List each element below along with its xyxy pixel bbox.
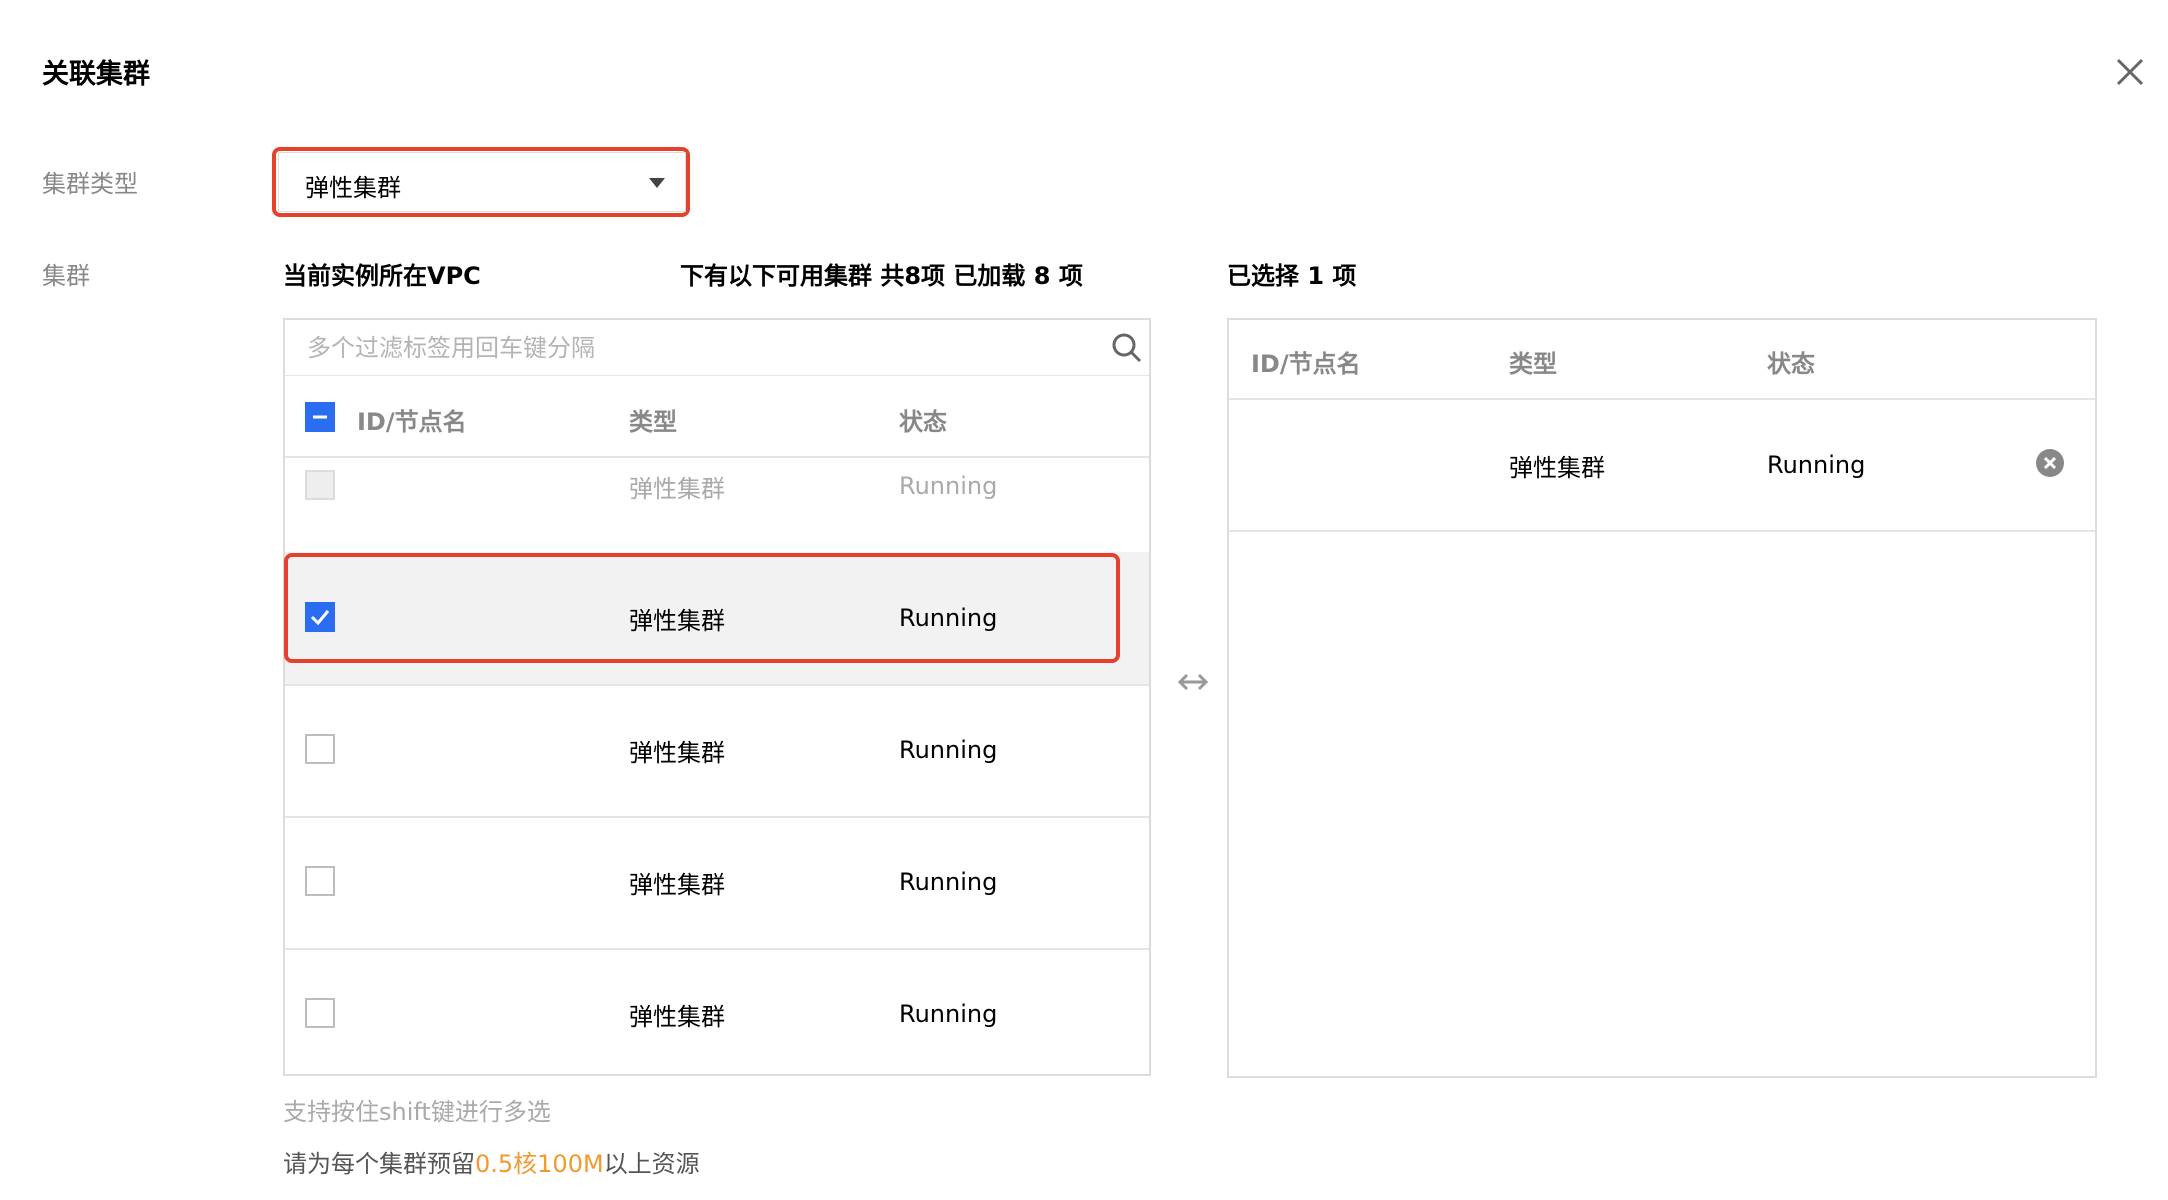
search-icon[interactable] xyxy=(1111,332,1143,364)
row-status: Running xyxy=(899,1000,998,1028)
row-checkbox[interactable] xyxy=(305,998,335,1028)
selected-row-status: Running xyxy=(1767,451,1866,479)
selected-list-panel: ID/节点名 类型 状态 弹性集群 Running xyxy=(1227,318,2097,1078)
chevron-down-icon xyxy=(649,178,665,188)
resource-note: 请为每个集群预留0.5核100M以上资源 xyxy=(283,1144,700,1179)
resource-note-post: 以上资源 xyxy=(603,1150,700,1178)
available-heading: 下有以下可用集群 共8项 已加载 8 项 xyxy=(680,262,1083,290)
cluster-label: 集群 xyxy=(42,262,90,290)
selected-heading: 已选择 1 项 xyxy=(1227,262,1357,290)
row-checkbox xyxy=(305,470,335,500)
column-header-id: ID/节点名 xyxy=(1251,350,1361,378)
column-header-type: 类型 xyxy=(629,408,677,436)
cluster-type-label: 集群类型 xyxy=(42,170,138,198)
shift-hint: 支持按住shift键进行多选 xyxy=(283,1098,551,1126)
dialog-title: 关联集群 xyxy=(42,59,150,90)
divider xyxy=(285,684,1149,686)
row-type: 弹性集群 xyxy=(629,1003,725,1031)
transfer-icon xyxy=(1177,673,1209,691)
row-status: Running xyxy=(899,736,998,764)
highlight-selected-row xyxy=(284,553,1120,663)
cluster-type-select[interactable]: 弹性集群 xyxy=(278,152,686,212)
column-header-id: ID/节点名 xyxy=(357,408,467,436)
divider xyxy=(285,948,1149,950)
minus-icon xyxy=(313,415,327,419)
resource-note-pre: 请为每个集群预留 xyxy=(283,1150,475,1178)
row-status: Running xyxy=(899,868,998,896)
cluster-type-value: 弹性集群 xyxy=(305,174,401,202)
divider xyxy=(1229,530,2095,532)
row-checkbox[interactable] xyxy=(305,866,335,896)
search-input[interactable] xyxy=(285,320,1149,376)
divider xyxy=(1229,398,2095,400)
divider xyxy=(285,816,1149,818)
vpc-heading: 当前实例所在VPC xyxy=(283,262,481,290)
column-header-status: 状态 xyxy=(1767,350,1815,378)
column-header-type: 类型 xyxy=(1509,350,1557,378)
column-header-status: 状态 xyxy=(899,408,947,436)
selected-row-type: 弹性集群 xyxy=(1509,454,1605,482)
divider xyxy=(285,456,1149,458)
remove-icon[interactable] xyxy=(2035,448,2065,478)
select-all-checkbox[interactable] xyxy=(305,402,335,432)
resource-note-accent: 0.5核100M xyxy=(475,1150,604,1178)
row-type: 弹性集群 xyxy=(629,739,725,767)
row-type: 弹性集群 xyxy=(629,871,725,899)
row-type: 弹性集群 xyxy=(629,475,725,503)
close-button[interactable] xyxy=(2110,52,2150,92)
row-status: Running xyxy=(899,472,998,500)
close-icon xyxy=(2116,58,2144,86)
source-list-panel: ID/节点名 类型 状态 弹性集群 Running 弹性集群 Running 弹… xyxy=(283,318,1151,1076)
row-checkbox[interactable] xyxy=(305,734,335,764)
